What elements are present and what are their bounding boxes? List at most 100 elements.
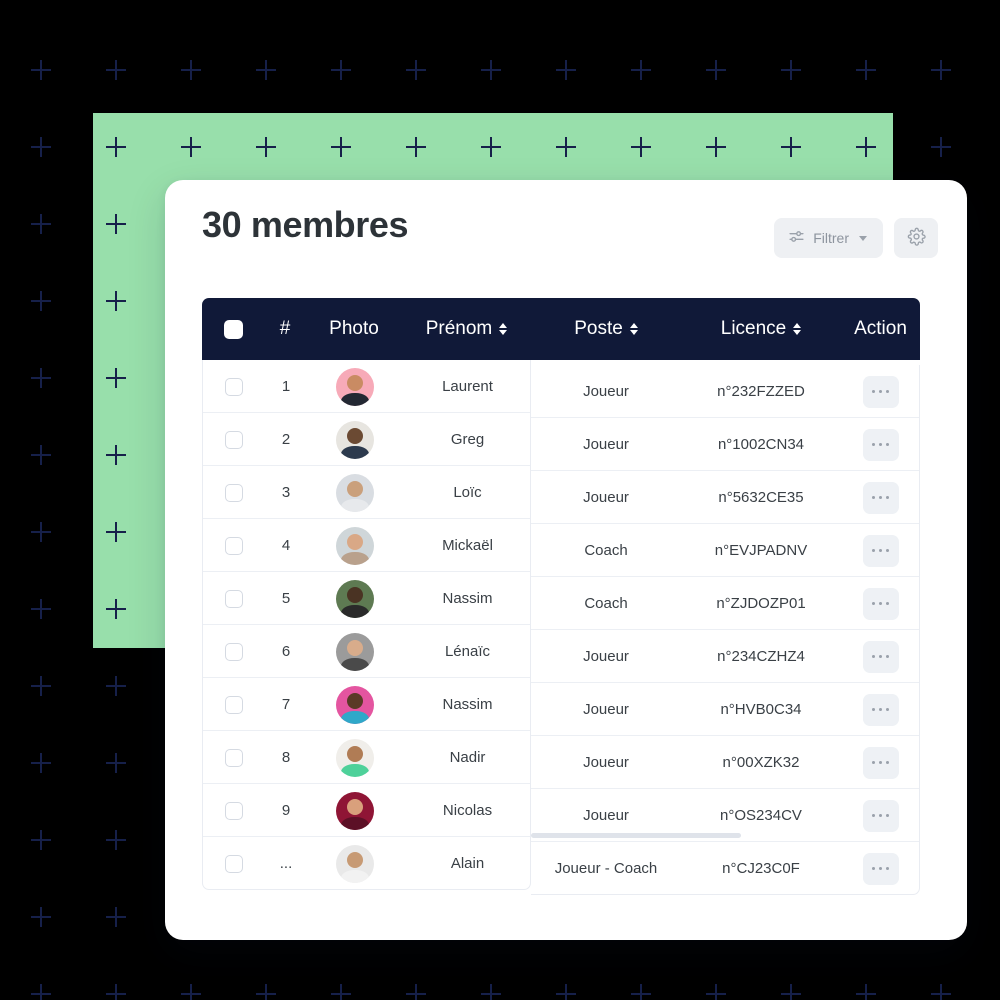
plus-icon — [631, 60, 651, 80]
sort-updown-icon[interactable] — [793, 322, 802, 336]
plus-icon — [31, 137, 51, 157]
row-action-cell — [841, 842, 919, 894]
scrollbar-thumb[interactable] — [531, 833, 741, 838]
sort-updown-icon[interactable] — [629, 322, 638, 336]
plus-icon — [781, 984, 801, 1000]
column-header-action: Action — [841, 298, 920, 360]
table-row[interactable]: 9 Nicolas — [203, 784, 530, 837]
plus-icon — [481, 984, 501, 1000]
table-row[interactable]: 3 Loïc — [203, 466, 530, 519]
table-row-scrollpart[interactable]: Joueur n°232FZZED — [531, 365, 919, 418]
row-checkbox[interactable] — [225, 589, 243, 608]
plus-icon — [106, 984, 126, 1000]
row-actions-button[interactable] — [862, 799, 899, 832]
table-row[interactable]: 7 Nassim — [203, 678, 530, 731]
chevron-down-icon — [859, 235, 867, 241]
table-header-row: # Photo Prénom Poste Licence Action — [202, 298, 920, 360]
table-row[interactable]: ... Alain — [203, 837, 530, 890]
row-actions-button[interactable] — [862, 375, 899, 408]
sort-updown-icon[interactable] — [499, 322, 508, 336]
table-row-scrollpart[interactable]: Joueur n°00XZK32 — [531, 736, 919, 789]
plus-icon — [706, 60, 726, 80]
row-actions-button[interactable] — [862, 693, 899, 726]
row-checkbox[interactable] — [225, 377, 243, 396]
ellipsis-icon — [885, 707, 889, 712]
column-header-licence-label: Licence — [720, 318, 787, 339]
plus-icon — [31, 445, 51, 465]
table-row[interactable]: 5 Nassim — [203, 572, 530, 625]
table-row-scrollpart[interactable]: Joueur n°234CZHZ4 — [531, 630, 919, 683]
row-checkbox[interactable] — [225, 642, 243, 661]
table-row[interactable]: 4 Mickaël — [203, 519, 530, 572]
row-actions-button[interactable] — [862, 428, 899, 461]
row-actions-button[interactable] — [862, 746, 899, 779]
plus-icon — [331, 984, 351, 1000]
plus-icon — [931, 137, 951, 157]
row-photo-cell — [307, 360, 403, 413]
row-actions-button[interactable] — [862, 852, 899, 885]
ellipsis-icon — [878, 389, 883, 394]
table-row[interactable]: 2 Greg — [203, 413, 530, 466]
plus-icon — [406, 984, 426, 1000]
row-prenom-cell: Laurent — [442, 378, 493, 395]
row-actions-button[interactable] — [862, 587, 899, 620]
column-header-prenom[interactable]: Prénom — [402, 298, 531, 360]
table-row-scrollpart[interactable]: Coach n°EVJPADNV — [531, 524, 919, 577]
ellipsis-icon — [885, 389, 889, 394]
row-checkbox[interactable] — [225, 430, 243, 449]
table-row[interactable]: 8 Nadir — [203, 731, 530, 784]
plus-icon — [31, 445, 51, 465]
row-checkbox[interactable] — [225, 483, 243, 502]
row-index-cell: 1 — [281, 378, 291, 395]
plus-icon — [31, 984, 51, 1000]
row-actions-button[interactable] — [862, 534, 899, 567]
column-header-licence[interactable]: Licence — [681, 298, 841, 360]
horizontal-scrollbar[interactable] — [531, 833, 920, 838]
row-actions-button[interactable] — [862, 481, 899, 514]
plus-icon — [31, 60, 51, 80]
plus-icon — [856, 984, 876, 1000]
ellipsis-icon — [872, 866, 876, 871]
row-photo-cell — [307, 784, 403, 837]
row-checkbox[interactable] — [225, 695, 243, 714]
row-checkbox[interactable] — [225, 748, 243, 767]
row-action-cell — [841, 736, 919, 789]
plus-icon — [406, 984, 426, 1000]
row-select-cell — [203, 784, 265, 837]
row-index-cell: 3 — [281, 484, 291, 501]
settings-button[interactable] — [894, 218, 938, 258]
row-licence-cell: n°CJ23C0F — [722, 860, 800, 877]
row-action-cell — [841, 683, 919, 736]
select-all-checkbox[interactable] — [223, 319, 243, 339]
row-checkbox[interactable] — [225, 854, 243, 873]
row-select-cell — [203, 731, 265, 784]
table-row-scrollpart[interactable]: Joueur n°HVB0C34 — [531, 683, 919, 736]
row-action-cell — [841, 365, 919, 418]
table-row[interactable]: 1 Laurent — [203, 360, 530, 413]
row-checkbox[interactable] — [225, 801, 243, 820]
plus-icon — [481, 60, 501, 80]
row-index-cell: 2 — [281, 431, 291, 448]
table-row-scrollpart[interactable]: Coach n°ZJDOZP01 — [531, 577, 919, 630]
row-prenom-cell: Nadir — [449, 749, 486, 766]
table-row-scrollpart[interactable]: Joueur - Coach n°CJ23C0F — [531, 842, 919, 894]
row-poste-cell: Joueur — [583, 701, 629, 718]
table-scroll-columns[interactable]: Joueur n°232FZZED Joueur n°1002CN34 Joueur n°… — [531, 365, 920, 895]
table-row-scrollpart[interactable]: Joueur n°5632CE35 — [531, 471, 919, 524]
column-header-poste[interactable]: Poste — [531, 298, 681, 360]
ellipsis-icon — [878, 866, 883, 871]
row-actions-button[interactable] — [862, 640, 899, 673]
row-poste-cell: Joueur - Coach — [554, 860, 658, 877]
plus-icon — [481, 60, 501, 80]
ellipsis-icon — [872, 760, 876, 765]
filter-button[interactable]: Filtrer — [774, 218, 883, 258]
table-row[interactable]: 6 Lénaïc — [203, 625, 530, 678]
plus-icon — [31, 60, 51, 80]
row-licence-cell: n°234CZHZ4 — [717, 648, 805, 665]
table-row-scrollpart[interactable]: Joueur n°1002CN34 — [531, 418, 919, 471]
row-index-cell: 9 — [281, 802, 291, 819]
plus-icon — [106, 830, 126, 850]
row-select-cell — [203, 837, 265, 890]
row-checkbox[interactable] — [225, 536, 243, 555]
row-select-cell — [203, 519, 265, 572]
